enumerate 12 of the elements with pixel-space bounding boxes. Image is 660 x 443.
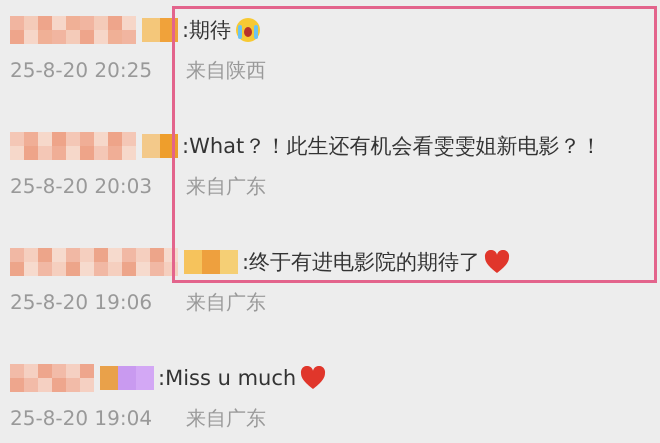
comment-location: 来自广东 <box>186 172 266 200</box>
comment-text: :What？！此生还有机会看雯雯姐新电影？！ <box>182 133 602 160</box>
comment-time: 25-8-20 20:25 <box>10 58 152 82</box>
comment-text: :期待 <box>182 17 232 44</box>
comment-text: :Miss u much <box>158 366 296 390</box>
comment-time: 25-8-20 20:03 <box>10 174 152 198</box>
comment-location: 来自陕西 <box>186 56 266 84</box>
comment-time: 25-8-20 19:06 <box>10 290 152 314</box>
comment-location: 来自广东 <box>186 404 266 432</box>
comment-text: :终于有进电影院的期待了 <box>242 249 480 276</box>
comment-time: 25-8-20 19:04 <box>10 406 152 430</box>
comment-location: 来自广东 <box>186 288 266 316</box>
